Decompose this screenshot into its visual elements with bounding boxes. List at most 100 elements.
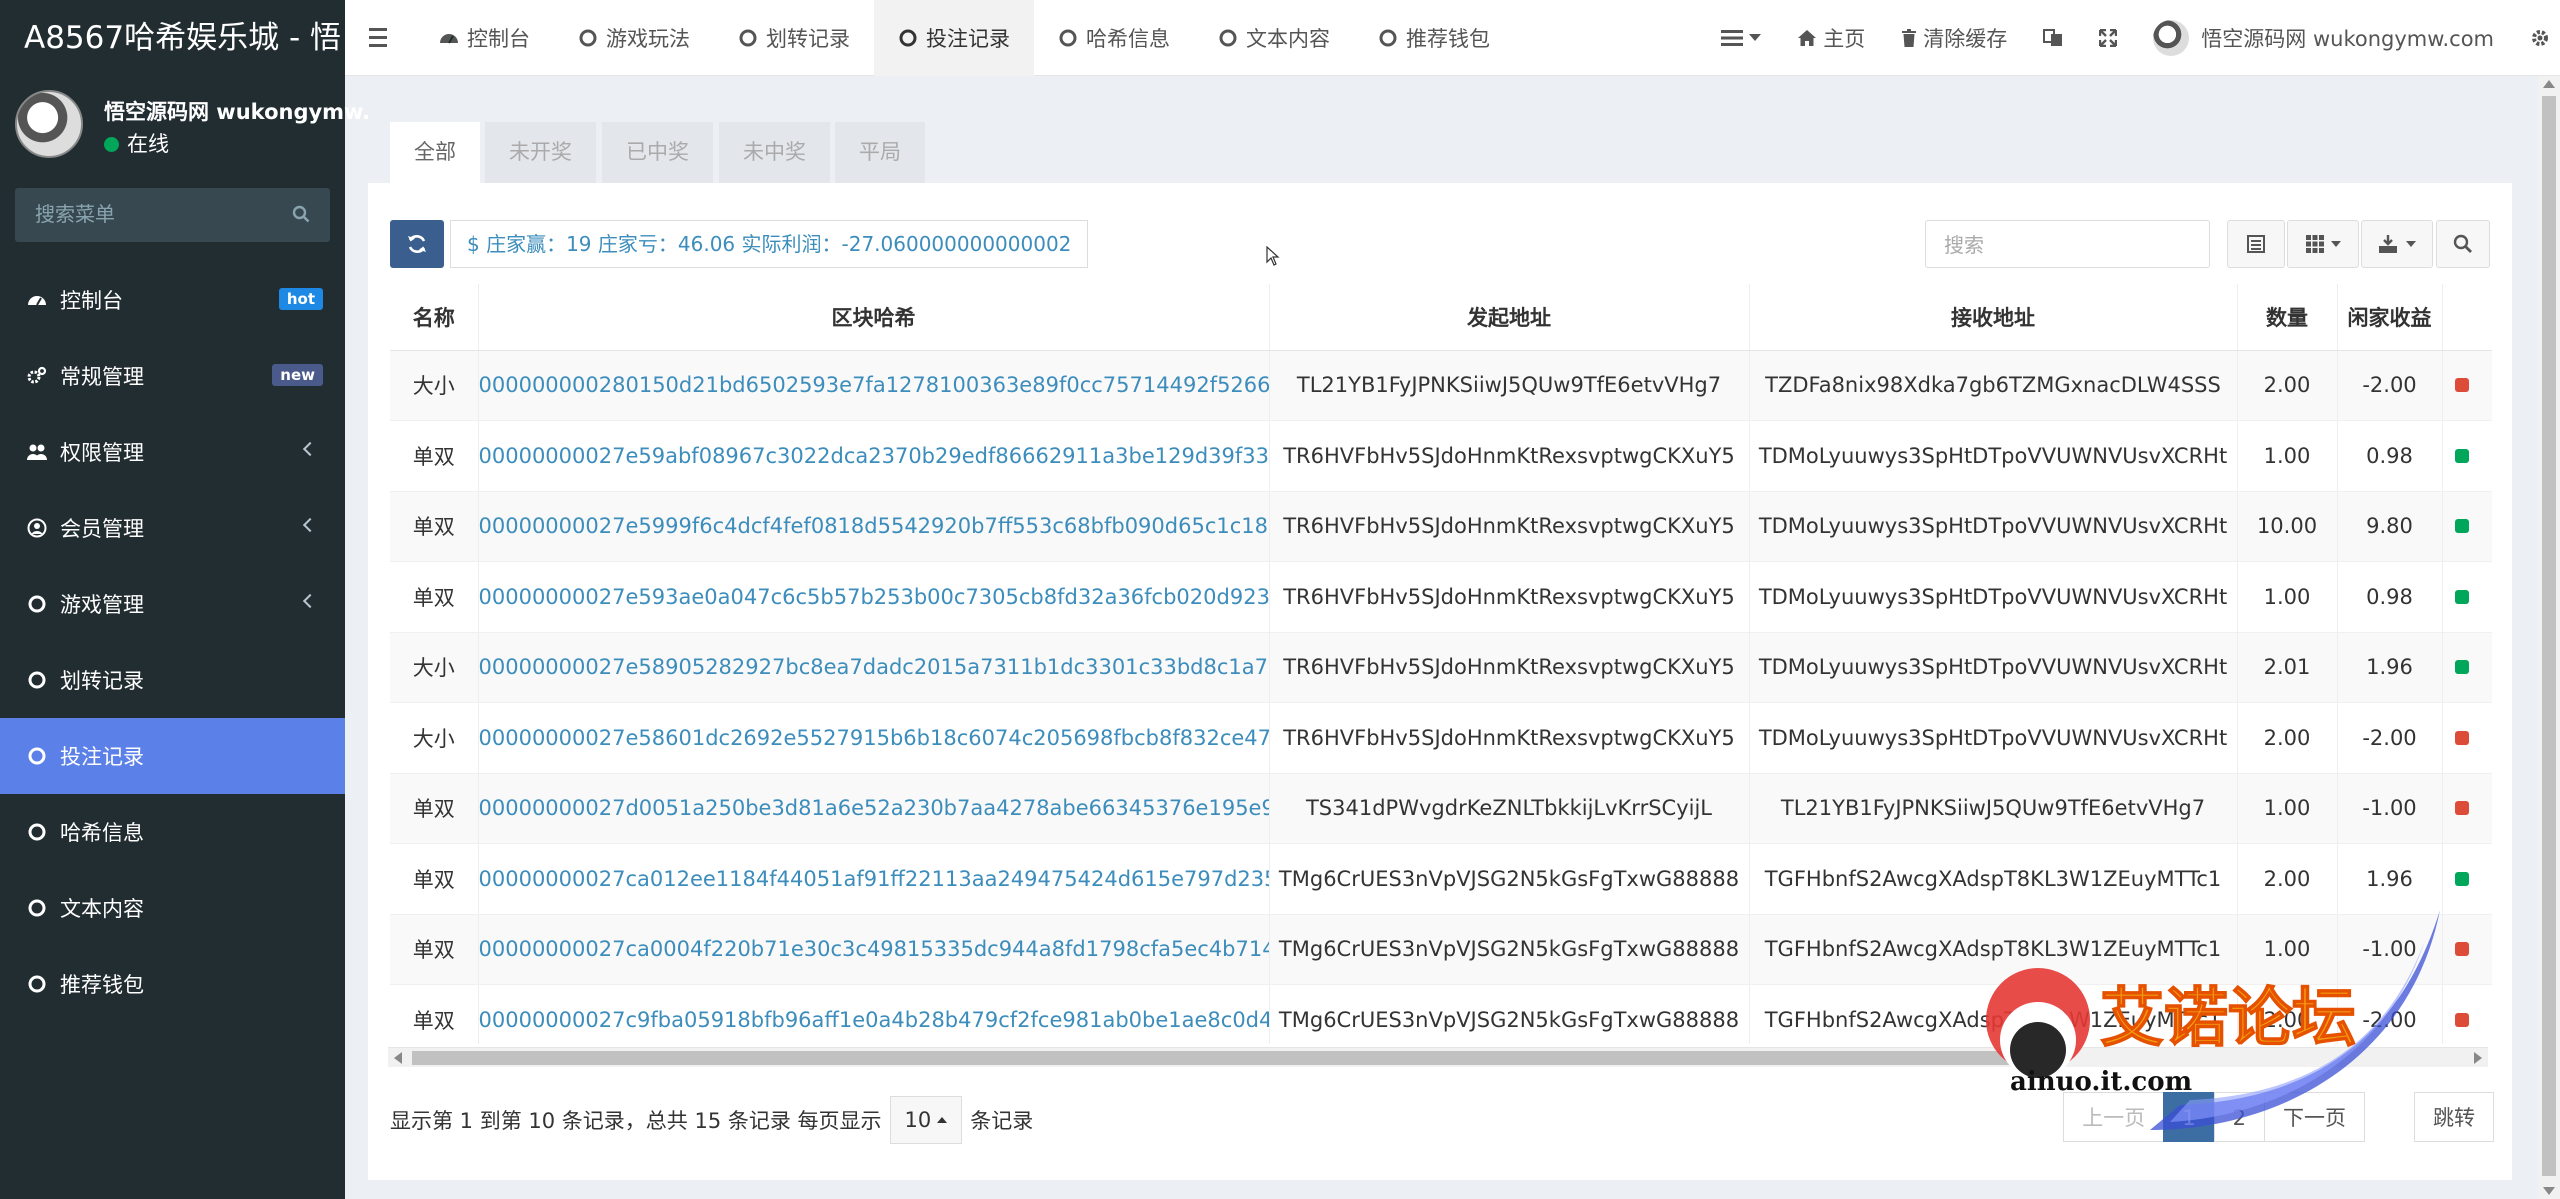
cell-block-hash-link[interactable]: 00000000027ca0004f220b71e30c3c49815335dc… — [478, 914, 1270, 985]
circle-icon — [28, 595, 46, 613]
table-row[interactable]: 单双 00000000027e5999f6c4dcf4fef0818d554292… — [390, 491, 2492, 562]
table-row[interactable]: 单双 00000000027c9fba05918bfb96aff1e0a4b28b… — [390, 984, 2492, 1044]
cell-from-address: TR6HVFbHv5SJdoHnmKtRexsvptwgCKXuY5 — [1269, 632, 1750, 703]
cell-block-hash-link[interactable]: 00000000027e59abf08967c3022dca2370b29edf… — [478, 420, 1270, 492]
scroll-up-icon[interactable] — [2543, 80, 2555, 88]
top-tab-3[interactable]: 投注记录 — [874, 0, 1034, 76]
column-header[interactable]: 区块哈希 — [478, 284, 1270, 351]
table-row[interactable]: 单双 00000000027ca012ee1184f44051af91ff2211… — [390, 843, 2492, 915]
table-search-input[interactable] — [1944, 233, 2184, 257]
table-row[interactable]: 单双 00000000027e59abf08967c3022dca2370b29e… — [390, 420, 2492, 492]
filter-tab-3[interactable]: 未中奖 — [719, 122, 830, 183]
sidebar-item-members[interactable]: 会员管理 — [0, 490, 345, 566]
sidebar-item-transfers[interactable]: 划转记录 — [0, 642, 345, 718]
top-tab-4[interactable]: 哈希信息 — [1034, 0, 1194, 76]
cell-block-hash-link[interactable]: 00000000027d0051a250be3d81a6e52a230b7aa4… — [478, 773, 1270, 844]
search-submit-button[interactable] — [2436, 220, 2490, 268]
home-link[interactable]: 主页 — [1779, 0, 1883, 76]
top-tab-1[interactable]: 游戏玩法 — [554, 0, 714, 76]
tab-icon — [738, 28, 758, 48]
cell-block-hash-link[interactable]: 00000000027e593ae0a047c6c5b57b253b00c730… — [478, 561, 1270, 633]
table-row[interactable]: 单双 00000000027ca0004f220b71e30c3c49815335… — [390, 914, 2492, 985]
sidebar-item-wallets[interactable]: 推荐钱包 — [0, 946, 345, 1022]
translate-button[interactable] — [2025, 0, 2081, 76]
sidebar-search-input[interactable] — [35, 202, 275, 226]
top-tab-5[interactable]: 文本内容 — [1194, 0, 1354, 76]
cell-block-hash-link[interactable]: 00000000027ca012ee1184f44051af91ff22113a… — [478, 843, 1270, 915]
bet-records-table-wrap: 名称 区块哈希 发起地址 接收地址 数量 闲家收益 大小 000000000280150d2… — [390, 284, 2492, 1044]
vertical-scroll-thumb[interactable] — [2542, 96, 2556, 1176]
fullscreen-button[interactable] — [2081, 0, 2135, 76]
top-tab-0[interactable]: 控制台 — [415, 0, 554, 76]
sidebar: A8567哈希娱乐城 - 悟 悟空源码网 wukongymw.com 在线 控制… — [0, 0, 419, 1199]
sidebar-search[interactable] — [15, 188, 330, 242]
scroll-right-icon[interactable] — [2474, 1052, 2482, 1064]
clear-cache-button[interactable]: 清除缓存 — [1883, 0, 2025, 76]
sidebar-item-games[interactable]: 游戏管理 — [0, 566, 345, 642]
cell-block-hash-link[interactable]: 00000000027e58905282927bc8ea7dadc2015a73… — [478, 632, 1270, 703]
cell-status — [2442, 773, 2492, 844]
sidebar-item-icon — [26, 441, 48, 463]
tab-label: 推荐钱包 — [1406, 27, 1490, 51]
fullscreen-icon — [2099, 29, 2118, 47]
user-menu[interactable]: 悟空源码网 wukongymw.com — [2135, 0, 2512, 76]
cell-amount: 2.00 — [2237, 984, 2338, 1044]
table-search[interactable] — [1925, 220, 2210, 268]
column-header[interactable]: 名称 — [390, 284, 479, 351]
tab-label: 哈希信息 — [1086, 27, 1170, 51]
horizontal-scroll-thumb[interactable] — [412, 1051, 2052, 1065]
toggle-view-button[interactable] — [2227, 220, 2285, 268]
top-tab-6[interactable]: 推荐钱包 — [1354, 0, 1514, 76]
vertical-scrollbar[interactable] — [2538, 76, 2560, 1199]
table-row[interactable]: 单双 00000000027e593ae0a047c6c5b57b253b00c7… — [390, 561, 2492, 633]
chevron-left-icon[interactable] — [302, 441, 318, 457]
list-dropdown-button[interactable] — [1703, 0, 1779, 76]
online-dot-icon — [104, 137, 119, 152]
export-dropdown-button[interactable] — [2361, 220, 2433, 268]
sidebar-item-text-content[interactable]: 文本内容 — [0, 870, 345, 946]
cell-block-hash-link[interactable]: 00000000027e5999f6c4dcf4fef0818d5542920b… — [478, 491, 1270, 562]
cell-block-hash-link[interactable]: 000000000280150d21bd6502593e7fa127810036… — [478, 350, 1270, 421]
column-header-status — [2442, 284, 2492, 351]
sidebar-item-label: 权限管理 — [60, 441, 144, 465]
top-tab-2[interactable]: 划转记录 — [714, 0, 874, 76]
sidebar-item-hash-info[interactable]: 哈希信息 — [0, 794, 345, 870]
sidebar-item-permissions[interactable]: 权限管理 — [0, 414, 345, 490]
filter-tab-4[interactable]: 平局 — [835, 122, 925, 183]
table-row[interactable]: 大小 00000000027e58601dc2692e5527915b6b18c6… — [390, 702, 2492, 774]
columns-dropdown-button[interactable] — [2287, 220, 2359, 268]
cell-status — [2442, 561, 2492, 633]
filter-tab-2[interactable]: 已中奖 — [602, 122, 713, 183]
menu-toggle-icon[interactable] — [369, 28, 387, 52]
scroll-left-icon[interactable] — [394, 1052, 402, 1064]
refresh-button[interactable] — [390, 220, 444, 268]
cell-to-address: TDMoLyuuwys3SpHtDTpoVVUWNVUsvXCRHt — [1749, 420, 2238, 492]
settings-button[interactable] — [2512, 0, 2560, 76]
chevron-left-icon[interactable] — [302, 593, 318, 609]
next-page-button[interactable]: 下一页 — [2264, 1092, 2365, 1142]
column-header[interactable]: 数量 — [2237, 284, 2338, 351]
prev-page-button[interactable]: 上一页 — [2063, 1092, 2165, 1142]
page-size-select[interactable]: 10 — [889, 1096, 963, 1144]
table-row[interactable]: 大小 000000000280150d21bd6502593e7fa1278100… — [390, 350, 2492, 421]
search-icon[interactable] — [292, 205, 310, 223]
scroll-down-icon[interactable] — [2543, 1187, 2555, 1195]
column-header[interactable]: 发起地址 — [1269, 284, 1750, 351]
filter-tab-0[interactable]: 全部 — [390, 122, 480, 183]
sidebar-item-general[interactable]: 常规管理 new — [0, 338, 345, 414]
column-header[interactable]: 闲家收益 — [2337, 284, 2443, 351]
table-row[interactable]: 单双 00000000027d0051a250be3d81a6e52a230b7a… — [390, 773, 2492, 844]
cell-block-hash-link[interactable]: 00000000027c9fba05918bfb96aff1e0a4b28b47… — [478, 984, 1270, 1044]
sidebar-item-bets[interactable]: 投注记录 — [0, 718, 345, 794]
horizontal-scrollbar[interactable] — [388, 1047, 2488, 1067]
chevron-left-icon[interactable] — [302, 517, 318, 533]
page-1-button[interactable]: 1 — [2163, 1092, 2215, 1142]
filter-tab-1[interactable]: 未开奖 — [485, 122, 596, 183]
table-row[interactable]: 大小 00000000027e58905282927bc8ea7dadc2015a… — [390, 632, 2492, 703]
sidebar-item-dashboard[interactable]: 控制台 hot — [0, 262, 345, 338]
column-header[interactable]: 接收地址 — [1749, 284, 2238, 351]
jump-button[interactable]: 跳转 — [2414, 1092, 2494, 1142]
cell-block-hash-link[interactable]: 00000000027e58601dc2692e5527915b6b18c607… — [478, 702, 1270, 774]
page-2-button[interactable]: 2 — [2213, 1092, 2265, 1142]
cell-status — [2442, 914, 2492, 985]
